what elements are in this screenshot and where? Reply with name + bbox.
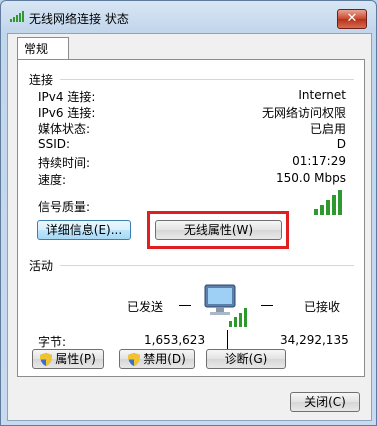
signal-strength-icon <box>314 190 342 215</box>
ipv6-label: IPv6 连接: <box>38 106 96 120</box>
connection-section-label: 连接 <box>29 73 54 87</box>
properties-button[interactable]: 属性(P) <box>32 349 104 369</box>
ipv4-label: IPv4 连接: <box>38 90 96 104</box>
bytes-sent-value: 1,653,623 <box>144 333 206 347</box>
signal-quality-label: 信号质量: <box>38 200 91 214</box>
close-button[interactable]: 关闭(C) <box>290 392 360 412</box>
network-computer-icon <box>204 284 247 327</box>
ipv4-value: Internet <box>298 88 346 102</box>
ipv6-value: 无网络访问权限 <box>261 106 346 120</box>
ssid-label: SSID: <box>38 137 71 151</box>
title-bar[interactable]: 无线网络连接 状态 ✕ <box>1 1 376 33</box>
disable-button[interactable]: 禁用(D) <box>119 349 195 369</box>
activity-divider <box>60 265 354 266</box>
speed-value: 150.0 Mbps <box>275 171 346 185</box>
duration-label: 持续时间: <box>38 156 91 170</box>
bytes-received-value: 34,292,135 <box>280 333 349 347</box>
status-dialog: 无线网络连接 状态 ✕ 常规 连接 IPv4 连接: Internet IPv6… <box>0 0 377 426</box>
sent-label: 已发送 <box>127 300 164 314</box>
media-state-value: 已启用 <box>309 122 346 136</box>
window-title: 无线网络连接 状态 <box>29 12 129 26</box>
activity-section-label: 活动 <box>29 259 54 273</box>
close-window-button[interactable]: ✕ <box>337 9 367 29</box>
duration-value: 01:17:29 <box>292 154 346 168</box>
media-state-label: 媒体状态: <box>38 122 91 136</box>
general-panel: 连接 IPv4 连接: Internet IPv6 连接: 无网络访问权限 媒体… <box>17 59 365 377</box>
bytes-label: 字节: <box>38 335 67 349</box>
details-button[interactable]: 详细信息(E)... <box>37 220 131 240</box>
shield-icon <box>128 353 141 366</box>
wifi-signal-icon <box>10 11 24 22</box>
tab-general[interactable]: 常规 <box>17 37 69 60</box>
received-label: 已接收 <box>304 300 341 314</box>
sent-connector-line <box>179 305 191 306</box>
ssid-value: D <box>336 137 346 151</box>
dialog-client-area: 常规 连接 IPv4 连接: Internet IPv6 连接: 无网络访问权限… <box>7 33 372 421</box>
disable-button-label: 禁用(D) <box>143 352 186 366</box>
speed-label: 速度: <box>38 173 67 187</box>
properties-button-label: 属性(P) <box>55 352 96 366</box>
connection-divider <box>60 79 354 80</box>
shield-icon <box>40 353 53 366</box>
received-connector-line <box>261 305 273 306</box>
wireless-properties-button[interactable]: 无线属性(W) <box>155 220 282 240</box>
diagnose-button[interactable]: 诊断(G) <box>206 349 286 369</box>
